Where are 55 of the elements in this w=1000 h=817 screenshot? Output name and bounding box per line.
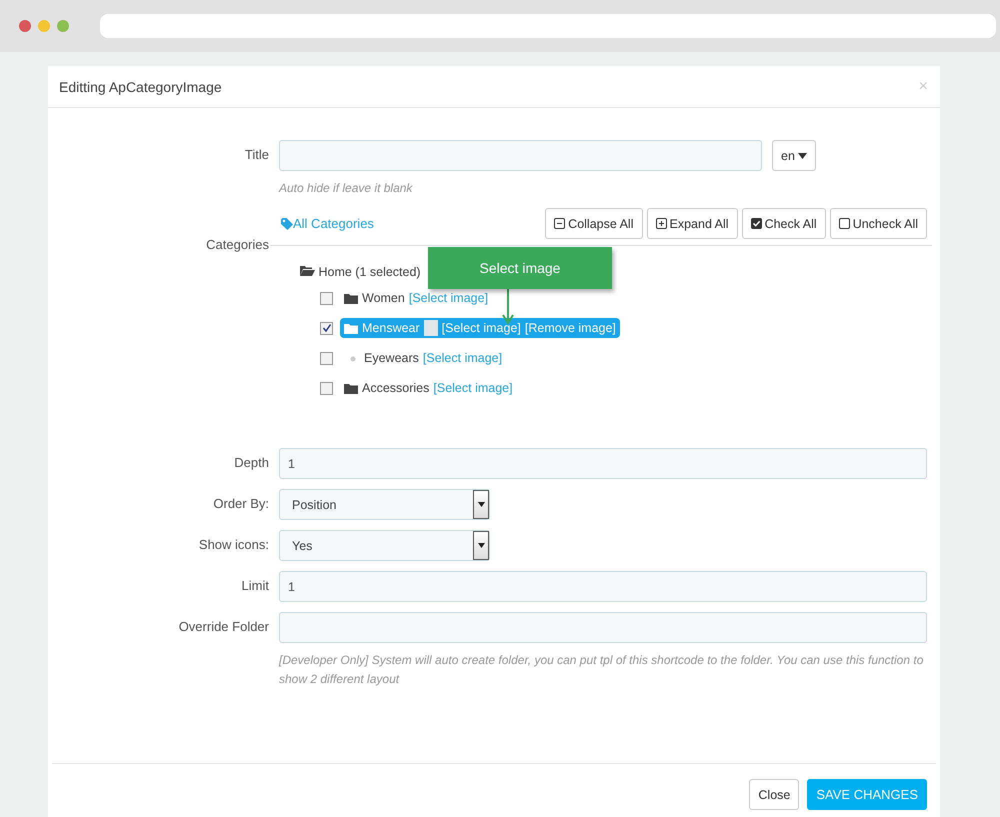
field-label: Depth bbox=[233, 454, 270, 472]
caret-icon bbox=[478, 502, 484, 507]
checked-box-icon bbox=[750, 218, 762, 229]
folder-icon bbox=[344, 382, 358, 394]
field-label: Limit bbox=[240, 577, 270, 595]
title-input[interactable] bbox=[279, 140, 762, 171]
category-name: Accessories bbox=[362, 381, 430, 395]
category-name: Menswear bbox=[362, 321, 420, 335]
checkbox[interactable] bbox=[320, 292, 333, 304]
plus-square-icon bbox=[656, 218, 666, 229]
tree-item[interactable]: Accessories [Select image] bbox=[340, 379, 517, 397]
dropdown-value: Position bbox=[292, 498, 336, 512]
folder-icon bbox=[344, 322, 358, 334]
maximize-window-icon[interactable] bbox=[57, 20, 69, 32]
help-text: Auto hide if leave it blank bbox=[279, 180, 414, 197]
toolbar-button[interactable]: Uncheck All bbox=[830, 208, 927, 239]
checkbox[interactable] bbox=[320, 322, 333, 334]
close-button[interactable]: Close bbox=[749, 779, 800, 810]
tag-icon bbox=[281, 218, 293, 230]
callout-tooltip: Select image bbox=[428, 247, 612, 289]
tree-item[interactable]: Eyewears [Select image] bbox=[340, 349, 506, 367]
caret-icon bbox=[478, 543, 484, 548]
tree-node[interactable]: Home (1 selected) bbox=[300, 265, 421, 279]
text-input[interactable] bbox=[279, 612, 927, 643]
language-dropdown[interactable]: en bbox=[772, 140, 816, 171]
dialog-title: Editting ApCategoryImage bbox=[59, 78, 222, 94]
tree-item[interactable]: Women [Select image] bbox=[340, 289, 492, 307]
category-name: Women bbox=[362, 291, 405, 305]
dropdown[interactable]: Yes bbox=[279, 530, 490, 561]
close-window-icon[interactable] bbox=[19, 20, 31, 32]
checkbox[interactable] bbox=[320, 382, 333, 394]
checkbox[interactable] bbox=[320, 352, 333, 364]
caret-icon bbox=[798, 152, 807, 158]
dropdown-arrow-button[interactable] bbox=[473, 531, 489, 560]
field-label: Title bbox=[244, 146, 270, 164]
text-input[interactable]: 1 bbox=[279, 448, 927, 479]
toolbar-button[interactable]: Expand All bbox=[646, 208, 738, 239]
arrow-icon bbox=[502, 289, 514, 325]
category-name: Eyewears bbox=[364, 351, 419, 365]
check-icon bbox=[322, 323, 332, 333]
field-label: Order By: bbox=[212, 495, 270, 513]
field-label: Categories bbox=[205, 236, 270, 254]
field-label: Override Folder bbox=[178, 618, 270, 636]
open-folder-icon bbox=[300, 265, 315, 276]
dropdown[interactable]: Position bbox=[279, 489, 490, 520]
toolbar-button[interactable]: Check All bbox=[742, 208, 826, 239]
field-label: Show icons: bbox=[198, 536, 270, 554]
dropdown-arrow-button[interactable] bbox=[473, 490, 489, 519]
empty-square-icon bbox=[838, 218, 850, 229]
minus-square-icon bbox=[554, 218, 566, 229]
folder-icon bbox=[344, 292, 358, 304]
text-input[interactable]: 1 bbox=[279, 571, 927, 602]
toolbar-button[interactable]: Collapse All bbox=[545, 208, 642, 239]
help-text: [Developer Only] System will auto create folder, you can put tpl of this shortcode to the folder. You can use this function to show 2 different layout bbox=[279, 652, 924, 688]
dropdown-value: Yes bbox=[292, 538, 312, 552]
